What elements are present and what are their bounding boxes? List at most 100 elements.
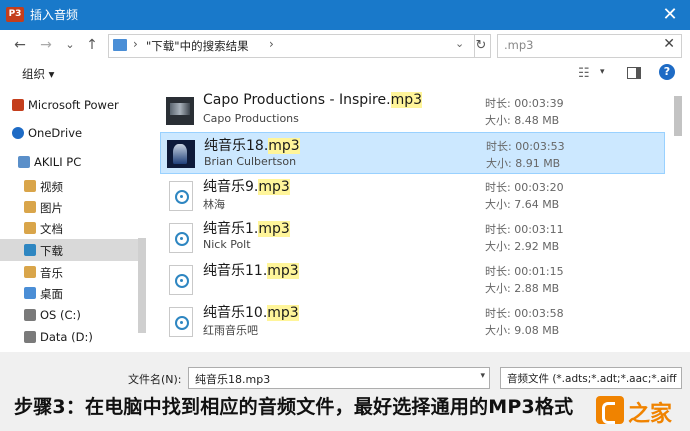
preview-pane-icon[interactable] xyxy=(627,67,641,79)
sidebar-scrollbar[interactable] xyxy=(138,238,146,333)
file-extension-highlight: mp3 xyxy=(258,221,290,237)
view-dropdown-chevron-icon[interactable]: ▾ xyxy=(600,67,605,77)
sidebar-item[interactable]: OneDrive xyxy=(0,122,140,144)
file-extension-highlight: mp3 xyxy=(390,92,423,108)
sidebar-item[interactable]: Microsoft Power xyxy=(0,94,140,116)
file-name: 纯音乐1.mp3 xyxy=(203,218,290,238)
album-art-thumbnail xyxy=(167,140,195,168)
sidebar-item[interactable]: 视频 xyxy=(0,175,140,197)
sidebar-item[interactable]: 图片 xyxy=(0,196,140,218)
powerpoint-icon xyxy=(12,99,24,111)
audio-file-icon xyxy=(169,223,193,253)
filename-dropdown-chevron-icon[interactable]: ▾ xyxy=(480,371,485,381)
file-size: 大小: 2.92 MB xyxy=(485,240,560,253)
file-row[interactable]: 纯音乐9.mp3 林海 时长: 00:03:20 大小: 7.64 MB xyxy=(160,174,665,214)
forward-arrow-icon[interactable]: → xyxy=(36,35,56,55)
breadcrumb-chevron-icon[interactable]: › xyxy=(269,37,274,51)
file-extension-highlight: mp3 xyxy=(267,263,299,279)
file-list-scrollbar[interactable] xyxy=(674,96,682,136)
file-row[interactable]: 纯音乐11.mp3 时长: 00:01:15 大小: 2.88 MB xyxy=(160,258,665,298)
help-icon[interactable]: ? xyxy=(659,64,675,80)
powerpoint-app-icon: P3 xyxy=(6,7,24,22)
file-row[interactable]: 纯音乐10.mp3 红雨音乐吧 时长: 00:03:58 大小: 9.08 MB xyxy=(160,300,665,340)
file-name-base: 纯音乐9. xyxy=(203,179,259,195)
window-title: 插入音频 xyxy=(30,8,79,22)
search-folder-icon xyxy=(113,39,127,51)
search-input[interactable]: .mp3 ✕ xyxy=(497,34,682,58)
sidebar-item-label: Data (D:) xyxy=(40,330,93,344)
refresh-icon[interactable]: ↻ xyxy=(472,34,491,58)
desktop-folder-icon xyxy=(24,287,36,299)
file-name: 纯音乐10.mp3 xyxy=(203,302,299,322)
file-size: 大小: 8.48 MB xyxy=(485,114,560,127)
sidebar-item[interactable]: Data (D:) xyxy=(0,326,140,348)
filetype-select[interactable]: 音频文件 (*.adts;*.adt;*.aac;*.aiff xyxy=(500,367,682,389)
audio-file-icon xyxy=(169,181,193,211)
breadcrumb-path[interactable]: "下载"中的搜索结果 xyxy=(146,38,249,54)
sidebar-item[interactable]: 桌面 xyxy=(0,282,140,304)
sidebar-item-label: 视频 xyxy=(40,180,63,194)
file-name-base: 纯音乐11. xyxy=(203,263,268,279)
file-row[interactable]: 纯音乐18.mp3 Brian Culbertson 时长: 00:03:53 大小:… xyxy=(160,132,665,174)
navigation-bar: ← → ⌄ ↑ › "下载"中的搜索结果 › ⌄ ↻ .mp3 ✕ xyxy=(0,30,690,60)
file-artist: 林海 xyxy=(203,198,225,211)
file-name: 纯音乐9.mp3 xyxy=(203,176,290,196)
video-folder-icon xyxy=(24,180,36,192)
tutorial-caption: 步骤3：在电脑中找到相应的音频文件，最好选择通用的MP3格式 xyxy=(14,396,574,418)
file-duration: 时长: 00:03:20 xyxy=(485,181,564,194)
sidebar-item[interactable]: OS (C:) xyxy=(0,304,140,326)
recent-locations-chevron-icon[interactable]: ⌄ xyxy=(60,35,80,55)
site-watermark: 之家 xyxy=(628,402,673,427)
file-row[interactable]: Capo Productions - Inspire.mp3 Capo Produ… xyxy=(160,90,665,130)
file-name: 纯音乐11.mp3 xyxy=(203,260,299,280)
toolbar: 组织 ▾ ☷ ▾ ? xyxy=(0,60,690,86)
filetype-value: 音频文件 (*.adts;*.adt;*.aac;*.aiff xyxy=(507,373,677,385)
file-extension-highlight: mp3 xyxy=(267,305,299,321)
file-duration: 时长: 00:03:11 xyxy=(485,223,564,236)
pictures-folder-icon xyxy=(24,201,36,213)
sidebar-item[interactable]: AKILI PC xyxy=(0,151,140,173)
file-artist: Brian Culbertson xyxy=(204,155,297,168)
file-size: 大小: 8.91 MB xyxy=(486,157,561,170)
documents-folder-icon xyxy=(24,222,36,234)
computer-icon xyxy=(18,156,30,168)
filename-label: 文件名(N): xyxy=(128,373,182,386)
file-duration: 时长: 00:03:39 xyxy=(485,97,564,110)
organize-menu-button[interactable]: 组织 ▾ xyxy=(22,66,54,82)
file-name-base: 纯音乐1. xyxy=(203,221,259,237)
audio-file-icon xyxy=(169,307,193,337)
sidebar-item-label: 下载 xyxy=(40,244,63,258)
filename-input[interactable]: 纯音乐18.mp3 ▾ xyxy=(188,367,490,389)
album-art-thumbnail xyxy=(166,97,194,125)
file-name-base: Capo Productions - Inspire. xyxy=(203,92,391,108)
close-icon[interactable]: ✕ xyxy=(658,3,682,27)
up-arrow-icon[interactable]: ↑ xyxy=(82,35,102,55)
file-name-base: 纯音乐18. xyxy=(204,138,269,154)
sidebar-item-label: 音乐 xyxy=(40,266,63,280)
view-options-icon[interactable]: ☷ xyxy=(578,66,590,81)
file-extension-highlight: mp3 xyxy=(258,179,290,195)
sidebar-item[interactable]: 文档 xyxy=(0,217,140,239)
downloads-folder-icon xyxy=(24,244,36,256)
sidebar-item-label: OneDrive xyxy=(28,126,83,140)
breadcrumb-chevron-icon[interactable]: › xyxy=(133,37,138,51)
sidebar-item[interactable]: 音乐 xyxy=(0,261,140,283)
drive-icon xyxy=(24,309,36,321)
file-size: 大小: 7.64 MB xyxy=(485,198,560,211)
clear-search-icon[interactable]: ✕ xyxy=(663,36,675,52)
cloud-icon xyxy=(12,127,24,139)
address-bar[interactable]: › "下载"中的搜索结果 › ⌄ xyxy=(108,34,475,58)
navigation-pane: Microsoft Power OneDrive AKILI PC 视频图片 文档下载音… xyxy=(0,88,148,350)
file-size: 大小: 2.88 MB xyxy=(485,282,560,295)
file-extension-highlight: mp3 xyxy=(268,138,300,154)
file-name-base: 纯音乐10. xyxy=(203,305,268,321)
title-bar: P3 插入音频 ✕ xyxy=(0,0,690,30)
file-duration: 时长: 00:03:53 xyxy=(486,140,565,153)
sidebar-item-label: 桌面 xyxy=(40,287,63,301)
address-dropdown-chevron-icon[interactable]: ⌄ xyxy=(455,37,464,50)
file-row[interactable]: 纯音乐1.mp3 Nick Polt 时长: 00:03:11 大小: 2.92 MB xyxy=(160,216,665,256)
sidebar-item[interactable]: 下载 xyxy=(0,239,140,261)
audio-file-icon xyxy=(169,265,193,295)
back-arrow-icon[interactable]: ← xyxy=(10,35,30,55)
file-name: Capo Productions - Inspire.mp3 xyxy=(203,92,423,108)
